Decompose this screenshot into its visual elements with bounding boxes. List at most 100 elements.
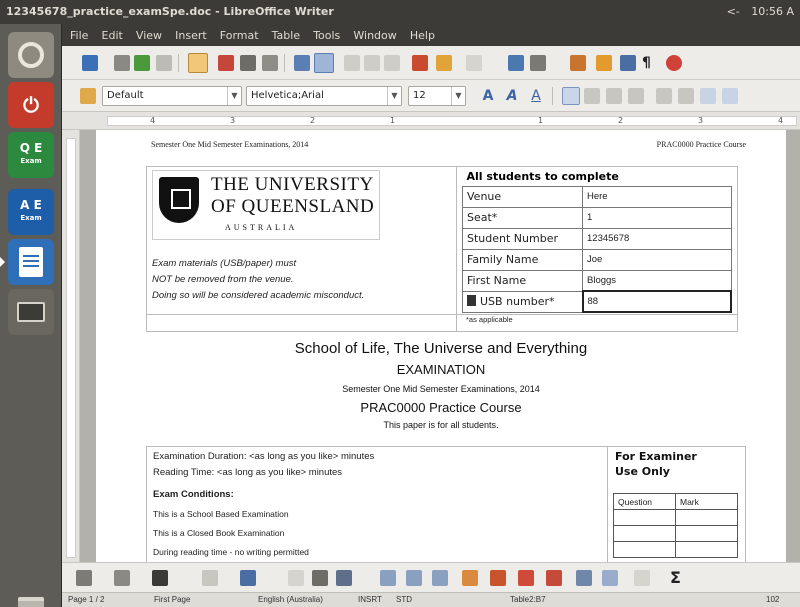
language[interactable]: English (Australia) (258, 593, 323, 607)
menu-help[interactable]: Help (410, 25, 435, 47)
pilcrow-icon[interactable]: ¶ (642, 55, 652, 71)
terminal-icon[interactable] (8, 289, 54, 335)
insert-column-icon[interactable] (406, 570, 422, 586)
italic-icon[interactable]: A (504, 88, 520, 104)
numbering-icon[interactable] (656, 88, 672, 104)
paste-icon[interactable] (384, 55, 400, 71)
question-cell[interactable] (613, 525, 676, 542)
sum-icon[interactable]: Σ (670, 568, 681, 587)
page-style[interactable]: First Page (154, 593, 190, 607)
justify-icon[interactable] (628, 88, 644, 104)
clock[interactable]: 10:56 A (751, 5, 794, 18)
save-icon[interactable] (134, 55, 150, 71)
cut-icon[interactable] (344, 55, 360, 71)
field-value-student-number[interactable]: 12345678 (582, 227, 732, 250)
sort-icon[interactable] (518, 570, 534, 586)
chevron-down-icon[interactable]: ▼ (387, 87, 401, 105)
mark-cell[interactable] (675, 509, 738, 526)
optimize-icon[interactable] (312, 570, 328, 586)
table-properties-icon[interactable] (462, 570, 478, 586)
page-indicator[interactable]: Page 1 / 2 (68, 593, 104, 607)
hyperlink-icon[interactable] (508, 55, 524, 71)
select-table-icon[interactable] (602, 570, 618, 586)
table-insert-icon[interactable] (76, 570, 92, 586)
writer-icon[interactable] (0, 239, 54, 285)
open-icon[interactable] (114, 55, 130, 71)
print-icon[interactable] (240, 55, 256, 71)
menu-table[interactable]: Table (272, 25, 300, 47)
borders-icon[interactable] (114, 570, 130, 586)
menu-format[interactable]: Format (220, 25, 259, 47)
bullets-icon[interactable] (678, 88, 694, 104)
qe-app-icon[interactable]: Q E Exam (8, 132, 54, 178)
new-document-icon[interactable] (82, 55, 98, 71)
show-draw-icon[interactable] (570, 55, 586, 71)
menu-file[interactable]: File (70, 25, 88, 47)
help-icon[interactable] (666, 55, 682, 71)
field-value-venue[interactable]: Here (582, 185, 732, 208)
email-icon[interactable] (156, 55, 172, 71)
autospell-icon[interactable] (314, 53, 334, 73)
font-name-select[interactable]: Helvetica;Arial ▼ (246, 86, 402, 106)
zoom-level[interactable]: 102 (766, 593, 779, 607)
field-value-first-name[interactable]: Bloggs (582, 269, 732, 292)
menu-edit[interactable]: Edit (102, 25, 123, 47)
redo-icon[interactable] (466, 55, 482, 71)
chevron-down-icon[interactable]: ▼ (227, 87, 241, 105)
styles-icon[interactable] (80, 88, 96, 104)
horizontal-ruler[interactable]: 4 3 2 1 1 2 3 4 (62, 112, 800, 130)
menu-view[interactable]: View (136, 25, 162, 47)
font-size-select[interactable]: 12 ▼ (408, 86, 466, 106)
align-right-icon[interactable] (606, 88, 622, 104)
align-top-icon[interactable] (336, 570, 352, 586)
increase-indent-icon[interactable] (722, 88, 738, 104)
clone-formatting-icon[interactable] (412, 55, 428, 71)
paragraph-style-select[interactable]: Default ▼ (102, 86, 242, 106)
bold-icon[interactable]: A (480, 88, 496, 104)
copy-icon[interactable] (364, 55, 380, 71)
spelling-icon[interactable] (294, 55, 310, 71)
underline-icon[interactable]: A (528, 88, 544, 104)
question-cell[interactable] (613, 509, 676, 526)
merge-cells-icon[interactable] (240, 570, 256, 586)
decrease-indent-icon[interactable] (700, 88, 716, 104)
sort-ascending-icon[interactable] (634, 570, 650, 586)
number-format-icon[interactable] (546, 570, 562, 586)
power-icon[interactable]: ⏻ (8, 82, 54, 128)
menu-tools[interactable]: Tools (313, 25, 340, 47)
split-cells-icon[interactable] (288, 570, 304, 586)
selection-mode[interactable]: STD (396, 593, 412, 607)
autoformat-icon[interactable] (490, 570, 506, 586)
navigator-icon[interactable] (596, 55, 612, 71)
ae-app-icon[interactable]: A E Exam (8, 189, 54, 235)
table-icon[interactable] (530, 55, 546, 71)
trash-icon[interactable] (8, 594, 54, 607)
gallery-icon[interactable] (620, 55, 636, 71)
insert-row-icon[interactable] (380, 570, 396, 586)
delete-row-icon[interactable] (432, 570, 448, 586)
keyboard-indicator[interactable]: <- (727, 5, 740, 18)
print-preview-icon[interactable] (262, 55, 278, 71)
table-boundaries-icon[interactable] (576, 570, 592, 586)
question-cell[interactable] (613, 541, 676, 558)
vertical-ruler[interactable] (62, 130, 80, 562)
insert-mode[interactable]: INSRT (358, 593, 382, 607)
mark-cell[interactable] (675, 525, 738, 542)
field-value-family-name[interactable]: Joe (582, 248, 732, 271)
toolbar-separator (284, 54, 285, 72)
mark-cell[interactable] (675, 541, 738, 558)
dash-icon[interactable] (8, 32, 54, 78)
align-center-icon[interactable] (584, 88, 600, 104)
menu-window[interactable]: Window (353, 25, 396, 47)
chevron-down-icon[interactable]: ▼ (451, 87, 465, 105)
align-left-icon[interactable] (562, 87, 580, 105)
undo-icon[interactable] (436, 55, 452, 71)
export-pdf-icon[interactable] (218, 55, 234, 71)
field-value-seat[interactable]: 1 (582, 206, 732, 229)
border-style-icon[interactable] (152, 570, 168, 586)
menu-insert[interactable]: Insert (175, 25, 207, 47)
field-value-usb[interactable]: 88 (581, 290, 732, 313)
document-page[interactable]: Semester One Mid Semester Examinations, … (96, 130, 786, 562)
edit-mode-icon[interactable] (188, 53, 208, 73)
cell-background-icon[interactable] (202, 570, 218, 586)
